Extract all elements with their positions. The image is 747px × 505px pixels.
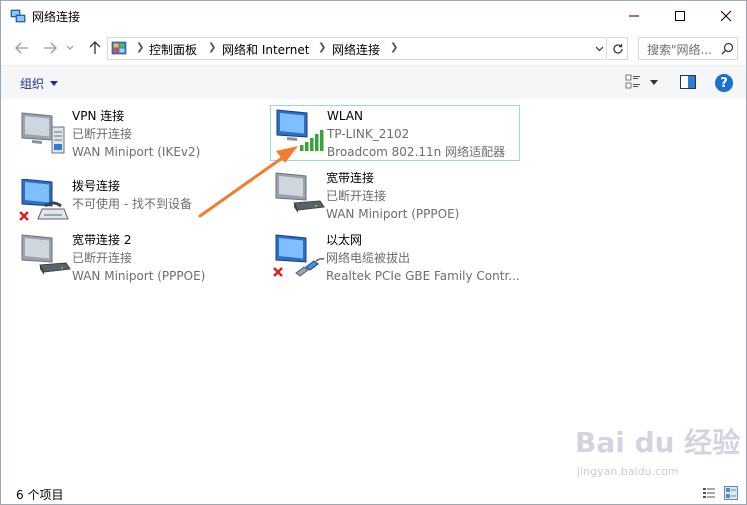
- address-history-button[interactable]: [592, 40, 606, 57]
- item-text: WLAN TP-LINK_2102 Broadcom 802.11n 网络适配器: [327, 107, 523, 161]
- breadcrumb-separator-icon: ❯: [136, 42, 145, 53]
- refresh-icon: [612, 43, 623, 54]
- status-bar: 6 个项目: [1, 481, 746, 505]
- list-item-broadband[interactable]: 宽带连接 已断开连接 WAN Miniport (PPPOE): [272, 169, 522, 225]
- maximize-icon: [675, 11, 685, 21]
- close-icon: [720, 10, 732, 22]
- change-view-icon[interactable]: [625, 74, 641, 90]
- modem-phone-icon: [19, 179, 69, 221]
- baidu-watermark: Bai du 经验 jingyan.baidu.com: [575, 421, 745, 483]
- connection-name: 以太网: [326, 233, 363, 247]
- maximize-button[interactable]: [657, 1, 703, 31]
- navigation-bar: ❯ 控制面板 ❯ 网络和 Internet ❯ 网络连接 ❯ 搜索"网络...: [1, 33, 746, 63]
- minimize-icon: [629, 15, 639, 17]
- help-button[interactable]: ?: [715, 74, 733, 92]
- connection-name: 宽带连接 2: [72, 233, 132, 247]
- network-connections-icon: [10, 9, 26, 23]
- list-item-wlan[interactable]: WLAN TP-LINK_2102 Broadcom 802.11n 网络适配器: [270, 105, 520, 161]
- item-text: 以太网 网络电缆被拔出 Realtek PCIe GBE Family Cont…: [326, 231, 522, 285]
- connection-status: 已断开连接: [72, 251, 133, 265]
- item-text: 宽带连接 2 已断开连接 WAN Miniport (PPPOE): [72, 231, 268, 285]
- annotation-arrow-icon: [198, 146, 298, 218]
- connection-name: WLAN: [327, 109, 364, 123]
- breadcrumb-separator-icon: ❯: [208, 42, 217, 53]
- title-bar: 网络连接: [1, 1, 746, 31]
- breadcrumb-control-panel[interactable]: 控制面板: [149, 41, 197, 58]
- connection-device: WAN Miniport (PPPOE): [326, 207, 460, 221]
- search-input[interactable]: 搜索"网络...: [638, 37, 738, 60]
- connection-device: Broadcom 802.11n 网络适配器: [327, 145, 506, 159]
- connection-name: VPN 连接: [72, 109, 125, 123]
- arrow-up-icon: [89, 41, 101, 54]
- connection-device: Realtek PCIe GBE Family Contr...: [326, 269, 520, 283]
- connection-status: TP-LINK_2102: [327, 127, 410, 141]
- details-view-icon[interactable]: [702, 486, 716, 500]
- preview-pane-icon[interactable]: [680, 75, 696, 89]
- recent-locations-button[interactable]: [63, 38, 77, 58]
- connection-status: 网络电缆被拔出: [326, 251, 411, 265]
- explorer-window: 网络连接 ❯ 控制面板 ❯ 网络和 Internet ❯ 网络连接 ❯ 搜索"网…: [0, 0, 747, 505]
- close-button[interactable]: [703, 1, 747, 31]
- item-text: 宽带连接 已断开连接 WAN Miniport (PPPOE): [326, 169, 522, 223]
- command-bar: 组织 ?: [1, 65, 746, 99]
- organize-menu-button[interactable]: 组织: [20, 75, 59, 92]
- vpn-server-icon: [21, 112, 65, 154]
- back-button[interactable]: [11, 38, 33, 58]
- tiles-view-icon[interactable]: [724, 486, 738, 500]
- view-options-dropdown-icon[interactable]: [649, 77, 659, 87]
- connection-status: 已断开连接: [326, 189, 387, 203]
- organize-label: 组织: [20, 77, 45, 91]
- item-count: 6 个项目: [16, 488, 64, 502]
- arrow-left-icon: [15, 42, 28, 54]
- window-title: 网络连接: [32, 10, 81, 24]
- up-button[interactable]: [84, 38, 106, 58]
- breadcrumb-network-internet[interactable]: 网络和 Internet: [222, 41, 309, 58]
- refresh-button[interactable]: [608, 37, 628, 60]
- chevron-down-icon: [66, 45, 74, 50]
- address-bar[interactable]: ❯ 控制面板 ❯ 网络和 Internet ❯ 网络连接 ❯: [107, 37, 607, 60]
- chevron-down-icon: [595, 46, 603, 51]
- minimize-button[interactable]: [611, 1, 657, 31]
- search-icon: [721, 42, 734, 55]
- connection-device: WAN Miniport (PPPOE): [72, 269, 206, 283]
- ethernet-cable-icon: [273, 234, 325, 277]
- caret-down-icon: [50, 81, 59, 86]
- control-panel-icon: [111, 41, 127, 55]
- search-placeholder: 搜索"网络...: [647, 43, 712, 57]
- forward-button[interactable]: [39, 38, 61, 58]
- list-item-ethernet[interactable]: 以太网 网络电缆被拔出 Realtek PCIe GBE Family Cont…: [272, 231, 522, 287]
- watermark-logo: Bai du 经验: [575, 426, 741, 459]
- list-item-broadband-2[interactable]: 宽带连接 2 已断开连接 WAN Miniport (PPPOE): [18, 231, 268, 287]
- watermark-url: jingyan.baidu.com: [577, 465, 679, 478]
- connection-name: 宽带连接: [326, 171, 375, 185]
- arrow-right-icon: [44, 42, 57, 54]
- breadcrumb-separator-icon: ❯: [390, 42, 399, 53]
- breadcrumb-separator-icon: ❯: [318, 42, 327, 53]
- breadcrumb-network-connections[interactable]: 网络连接: [332, 41, 380, 58]
- modem-icon: [21, 234, 71, 275]
